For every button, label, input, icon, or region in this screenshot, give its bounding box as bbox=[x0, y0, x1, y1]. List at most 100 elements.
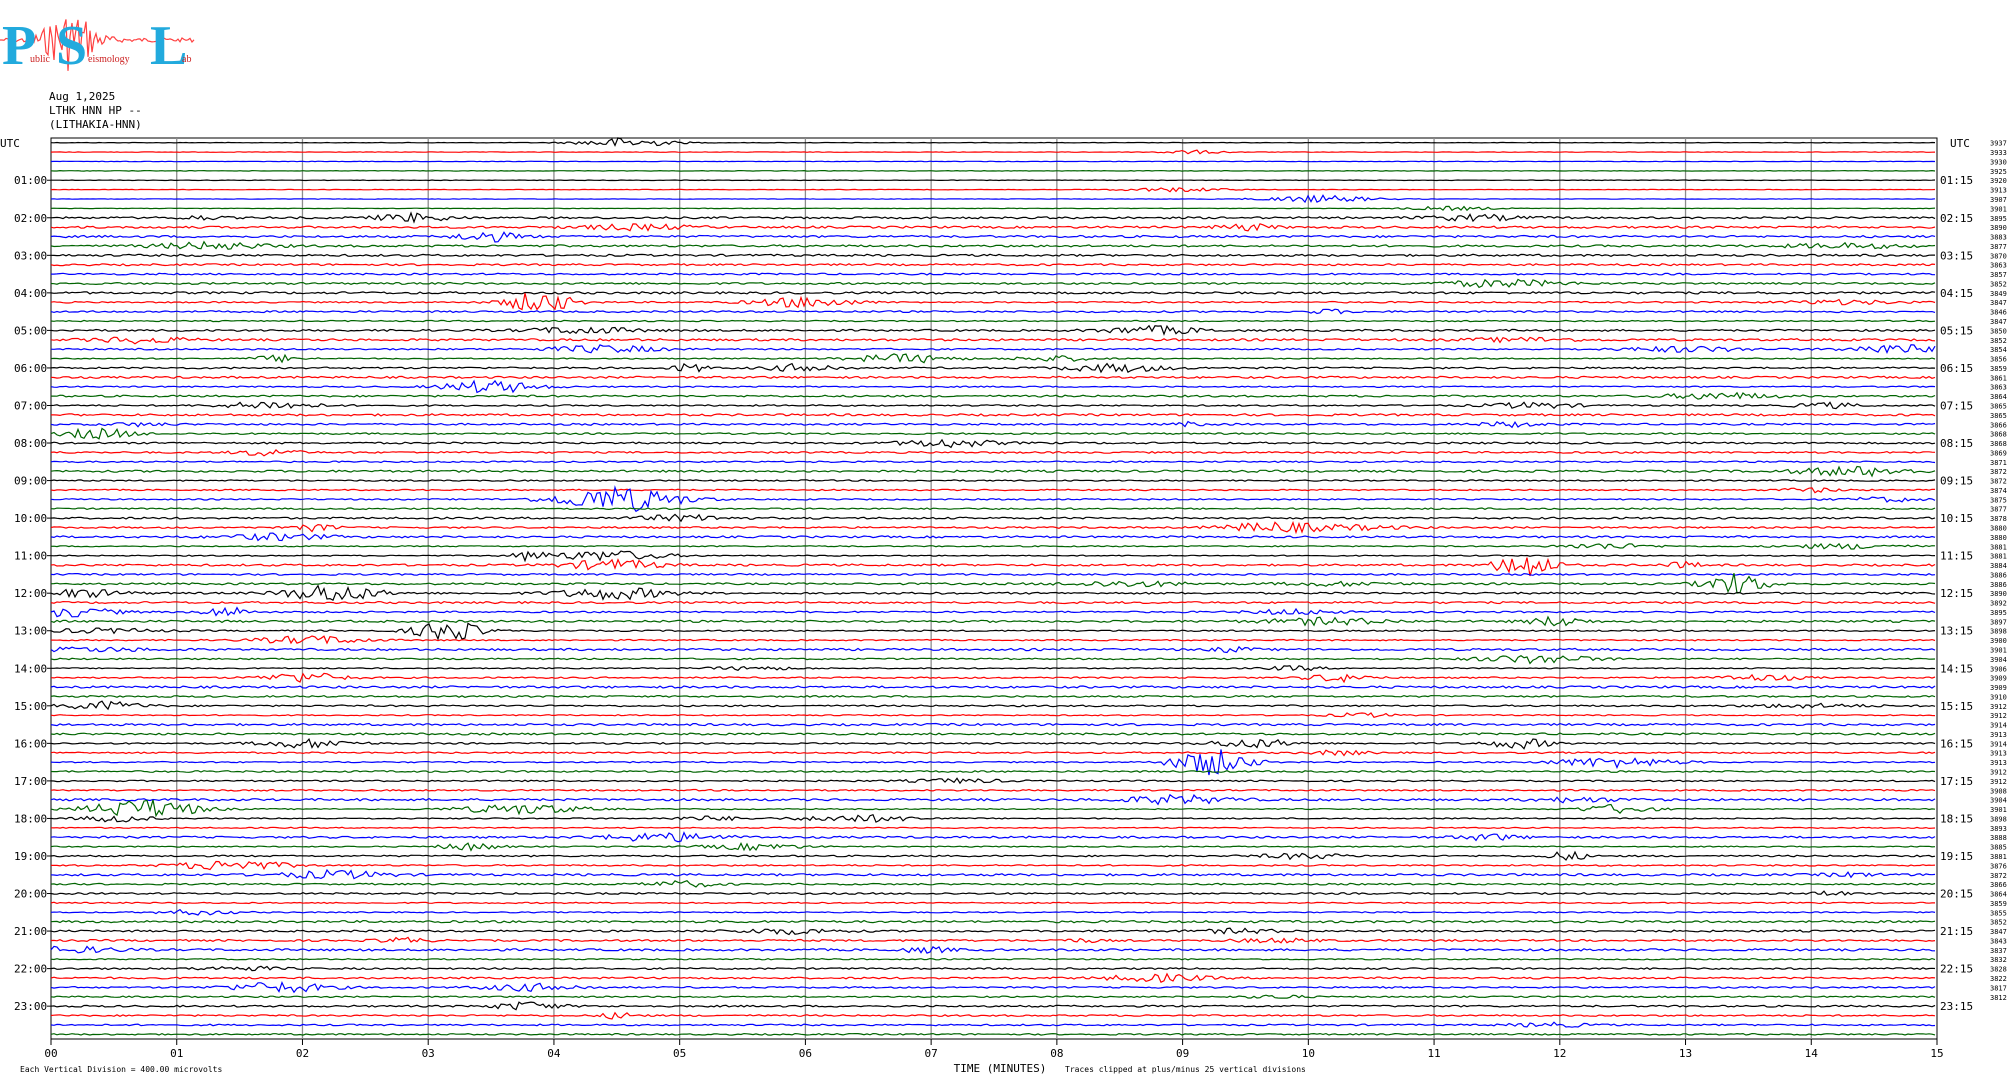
trace-value: 3888 bbox=[1990, 834, 2007, 842]
hour-label-left: 06:00 bbox=[14, 362, 47, 375]
x-tick-label: 04 bbox=[547, 1047, 561, 1060]
trace-line bbox=[50, 231, 1936, 243]
hour-label-right: 15:15 bbox=[1940, 700, 1973, 713]
trace-line bbox=[50, 263, 1936, 267]
trace-value: 3895 bbox=[1990, 215, 2007, 223]
hour-label-right: 09:15 bbox=[1940, 475, 1973, 488]
hour-label-left: 16:00 bbox=[14, 737, 47, 750]
trace-value: 3859 bbox=[1990, 365, 2007, 373]
hour-label-right: 06:15 bbox=[1940, 362, 1973, 375]
x-tick-label: 03 bbox=[422, 1047, 435, 1060]
hour-label-left: 19:00 bbox=[14, 850, 47, 863]
trace-value: 3880 bbox=[1990, 534, 2007, 542]
trace-line bbox=[50, 901, 1935, 905]
trace-value: 3864 bbox=[1990, 891, 2007, 899]
trace-line bbox=[50, 427, 1936, 440]
trace-line bbox=[50, 160, 1936, 163]
hour-label-left: 11:00 bbox=[14, 550, 47, 563]
trace-line bbox=[50, 211, 1936, 224]
trace-line bbox=[51, 665, 1936, 672]
trace-line bbox=[50, 344, 1936, 354]
trace-value: 3874 bbox=[1990, 487, 2007, 495]
trace-value: 3897 bbox=[1990, 618, 2007, 626]
trace-value: 3837 bbox=[1990, 947, 2007, 955]
left-axis-title: UTC bbox=[0, 137, 20, 150]
trace-value: 3880 bbox=[1990, 524, 2007, 532]
hour-label-left: 14:00 bbox=[14, 662, 47, 675]
trace-value: 3886 bbox=[1990, 581, 2007, 589]
hour-label-left: 04:00 bbox=[14, 287, 47, 300]
trace-value: 3912 bbox=[1990, 778, 2007, 786]
trace-value: 3914 bbox=[1990, 740, 2007, 748]
x-tick-label: 07 bbox=[925, 1047, 938, 1060]
trace-value: 3846 bbox=[1990, 309, 2007, 317]
trace-line bbox=[50, 732, 1936, 736]
trace-value: 3909 bbox=[1990, 675, 2007, 683]
trace-value: 3854 bbox=[1990, 346, 2007, 354]
trace-value: 3863 bbox=[1990, 262, 2007, 270]
hour-label-right: 20:15 bbox=[1940, 888, 1973, 901]
trace-value: 3881 bbox=[1990, 853, 2007, 861]
trace-line bbox=[50, 542, 1936, 550]
trace-value: 3871 bbox=[1990, 459, 2007, 467]
trace-line bbox=[50, 149, 1936, 155]
trace-value: 3852 bbox=[1990, 280, 2007, 288]
x-tick-label: 13 bbox=[1679, 1047, 1692, 1060]
trace-value: 3912 bbox=[1990, 703, 2007, 711]
hour-label-left: 07:00 bbox=[14, 399, 47, 412]
x-tick-label: 15 bbox=[1930, 1047, 1943, 1060]
trace-line bbox=[50, 980, 1936, 994]
hour-label-left: 21:00 bbox=[14, 925, 47, 938]
trace-line bbox=[50, 1032, 1936, 1036]
trace-line bbox=[50, 749, 1936, 757]
trace-value: 3850 bbox=[1990, 327, 2007, 335]
footer-clipping-note: Traces clipped at plus/minus 25 vertical… bbox=[1065, 1065, 1306, 1074]
x-tick-label: 08 bbox=[1050, 1047, 1063, 1060]
trace-value: 3876 bbox=[1990, 862, 2007, 870]
trace-value: 3890 bbox=[1990, 224, 2007, 232]
trace-line bbox=[50, 223, 1936, 232]
trace-line bbox=[50, 278, 1936, 289]
trace-line bbox=[50, 908, 1936, 916]
trace-value: 3909 bbox=[1990, 684, 2007, 692]
trace-value: 3885 bbox=[1990, 844, 2007, 852]
trace-value: 3904 bbox=[1990, 656, 2007, 664]
trace-value: 3913 bbox=[1990, 731, 2007, 739]
hour-label-left: 03:00 bbox=[14, 249, 47, 262]
hour-label-right: 23:15 bbox=[1940, 1000, 1973, 1013]
trace-value: 3872 bbox=[1990, 468, 2007, 476]
hour-label-right: 03:15 bbox=[1940, 249, 1973, 262]
trace-line bbox=[51, 179, 1936, 182]
trace-value: 3901 bbox=[1990, 205, 2007, 213]
trace-line bbox=[50, 685, 1936, 689]
x-tick-label: 12 bbox=[1553, 1047, 1566, 1060]
trace-line bbox=[50, 520, 1936, 535]
trace-line bbox=[50, 799, 1936, 818]
trace-line bbox=[50, 584, 1936, 602]
trace-line bbox=[50, 936, 1936, 944]
trace-value: 3869 bbox=[1990, 449, 2007, 457]
trace-line bbox=[50, 487, 1936, 494]
trace-value: 3817 bbox=[1990, 984, 2007, 992]
trace-line bbox=[50, 712, 1936, 718]
trace-line bbox=[50, 169, 1936, 172]
trace-line bbox=[50, 308, 1936, 315]
trace-value: 3847 bbox=[1990, 299, 2007, 307]
trace-value: 3913 bbox=[1990, 187, 2007, 195]
hour-label-left: 08:00 bbox=[14, 437, 47, 450]
trace-value: 3864 bbox=[1990, 393, 2007, 401]
trace-line bbox=[50, 194, 1936, 204]
hour-label-right: 16:15 bbox=[1940, 737, 1973, 750]
trace-line bbox=[50, 291, 1936, 295]
trace-line bbox=[50, 324, 1936, 336]
hour-label-left: 15:00 bbox=[14, 700, 47, 713]
footer-vertical-division: Each Vertical Division = 400.00 microvol… bbox=[20, 1065, 222, 1074]
hour-label-left: 13:00 bbox=[14, 625, 47, 638]
hour-label-right: 04:15 bbox=[1940, 287, 1973, 300]
trace-value: 3904 bbox=[1990, 797, 2007, 805]
trace-line bbox=[50, 788, 1936, 792]
trace-line bbox=[50, 813, 1936, 823]
trace-value: 3863 bbox=[1990, 384, 2007, 392]
trace-line bbox=[50, 137, 1936, 147]
hour-label-right: 18:15 bbox=[1940, 812, 1973, 825]
